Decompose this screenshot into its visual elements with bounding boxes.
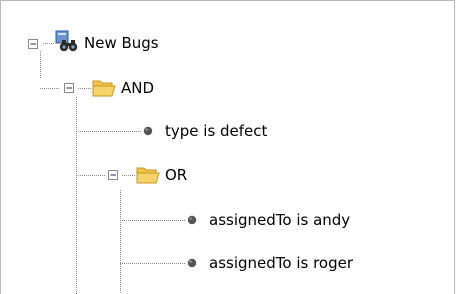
collapse-toggle-and[interactable]: [63, 80, 79, 96]
bullet-icon: [187, 258, 197, 268]
folder-open-icon: [136, 167, 160, 184]
tree-node-label: AND: [121, 79, 155, 97]
collapse-toggle-root[interactable]: [27, 36, 43, 52]
tree-node-label: assignedTo is roger: [209, 254, 354, 272]
tree-node-label: assignedTo is andy: [209, 211, 351, 229]
collapse-toggle-or[interactable]: [107, 167, 123, 183]
tree-node-label: New Bugs: [84, 34, 159, 52]
tree-node-label: type is defect: [165, 122, 268, 140]
folder-open-icon: [92, 80, 116, 97]
bullet-icon: [143, 126, 153, 136]
tree-node-label: OR: [165, 166, 188, 184]
bullet-icon: [187, 215, 197, 225]
query-binoculars-icon: [55, 30, 78, 52]
